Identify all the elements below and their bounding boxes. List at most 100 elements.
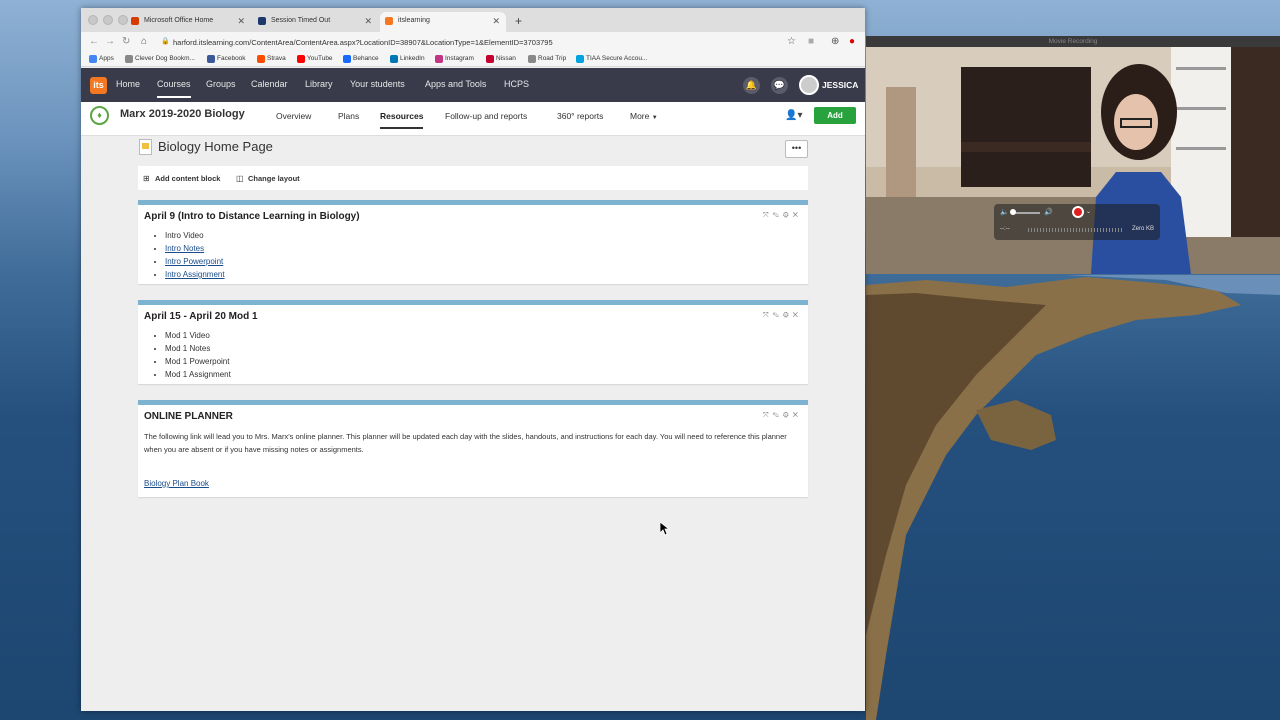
extension-icon[interactable]: ⊕ <box>831 36 839 47</box>
nav-library[interactable]: Library <box>305 79 333 89</box>
change-layout-button[interactable]: ◫ Change layout <box>236 174 300 183</box>
message-icon[interactable]: 💬 <box>771 77 788 94</box>
star-icon[interactable]: ☆ <box>787 36 796 47</box>
bookmark-apps[interactable]: Apps <box>89 55 114 63</box>
block-controls[interactable]: ⤧✎⚙✕ <box>763 212 802 220</box>
minimize-window-icon[interactable] <box>103 15 113 25</box>
page-icon <box>139 139 152 155</box>
content-block: April 9 (Intro to Distance Learning in B… <box>138 200 808 284</box>
list-item-text: Mod 1 Assignment <box>165 370 231 379</box>
profile-icon[interactable]: ● <box>849 36 855 47</box>
add-button[interactable]: Add <box>814 107 856 124</box>
strava-icon <box>257 55 265 63</box>
volume-slider[interactable] <box>1012 212 1040 214</box>
bookmark-strava[interactable]: Strava <box>257 55 286 63</box>
block-title: April 15 - April 20 Mod 1 <box>144 311 258 322</box>
bookmark-nissan[interactable]: Nissan <box>486 55 516 63</box>
block-controls[interactable]: ⤧✎⚙✕ <box>763 312 802 320</box>
record-button[interactable] <box>1072 206 1084 218</box>
forward-icon[interactable]: → <box>105 36 115 47</box>
youtube-icon <box>297 55 305 63</box>
block-title: ONLINE PLANNER <box>144 411 233 422</box>
nav-apps-and-tools[interactable]: Apps and Tools <box>425 79 486 89</box>
folder-icon <box>125 55 133 63</box>
page-options-button[interactable]: ••• <box>785 140 808 158</box>
coastal-cliffs-wallpaper <box>866 275 1280 720</box>
bookmark-youtube[interactable]: YouTube <box>297 55 333 63</box>
person-menu-icon[interactable]: 👤▾ <box>785 110 802 121</box>
course-nav-bar: ♦ Marx 2019-2020 Biology Overview Plans … <box>81 102 865 136</box>
course-title[interactable]: Marx 2019-2020 Biology <box>120 108 245 120</box>
nav-groups[interactable]: Groups <box>206 79 236 89</box>
bookmark-label: YouTube <box>307 55 333 62</box>
tab-itslearning[interactable]: itslearning ✕ <box>380 12 506 32</box>
close-tab-icon[interactable]: ✕ <box>237 16 245 27</box>
course-icon: ♦ <box>90 106 109 125</box>
movie-recording-window: Movie Recording 🔈 🔊 ⌄ --:-- Zero KB <box>866 36 1280 274</box>
nav-home[interactable]: Home <box>116 79 140 89</box>
tab-microsoft-office[interactable]: Microsoft Office Home ✕ <box>126 12 251 32</box>
course-tab-plans[interactable]: Plans <box>338 111 359 121</box>
url-field[interactable]: 🔒 harford.itslearning.com/ContentArea/Co… <box>159 35 799 49</box>
list-item: Intro Assignment <box>165 268 225 281</box>
course-tab-follow-up[interactable]: Follow-up and reports <box>445 111 527 121</box>
list-item-text: Mod 1 Notes <box>165 344 211 353</box>
extension-icon[interactable]: ■ <box>808 36 814 47</box>
intro-assignment-link[interactable]: Intro Assignment <box>165 270 225 279</box>
office-icon <box>131 17 139 25</box>
nav-calendar[interactable]: Calendar <box>251 79 288 89</box>
bookmark-facebook[interactable]: Facebook <box>207 55 246 63</box>
facebook-icon <box>207 55 215 63</box>
intro-powerpoint-link[interactable]: Intro Powerpoint <box>165 257 223 266</box>
bookmark-tiaa[interactable]: TIAA Secure Accou... <box>576 55 647 63</box>
bookmark-label: Strava <box>267 55 286 62</box>
bell-icon[interactable]: 🔔 <box>743 77 760 94</box>
volume-high-icon: 🔊 <box>1044 209 1053 216</box>
volume-low-icon: 🔈 <box>1000 209 1009 216</box>
course-tab-overview[interactable]: Overview <box>276 111 311 121</box>
chevron-down-icon[interactable]: ⌄ <box>1086 208 1091 215</box>
page-title: Biology Home Page <box>139 139 273 155</box>
block-controls[interactable]: ⤧✎⚙✕ <box>763 412 802 420</box>
tab-session-timed-out[interactable]: Session Timed Out ✕ <box>253 12 378 32</box>
bookmark-label: Road Trip <box>538 55 567 62</box>
bookmark-linkedin[interactable]: LinkedIn <box>390 55 425 63</box>
bookmark-road-trip[interactable]: Road Trip <box>528 55 567 63</box>
volume-slider-knob[interactable] <box>1010 209 1016 215</box>
layout-icon: ◫ <box>236 174 244 183</box>
list-item: Intro Powerpoint <box>165 255 225 268</box>
block-text: The following link will lead you to Mrs.… <box>144 432 787 454</box>
list-item: Mod 1 Notes <box>165 342 231 355</box>
nav-courses[interactable]: Courses <box>157 79 191 98</box>
intro-notes-link[interactable]: Intro Notes <box>165 244 204 253</box>
close-window-icon[interactable] <box>88 15 98 25</box>
course-tab-more[interactable]: More ▼ <box>630 111 658 121</box>
biology-plan-book-link[interactable]: Biology Plan Book <box>144 479 209 488</box>
bookmark-label: Clever Dog Bookm... <box>135 55 195 62</box>
bookmark-behance[interactable]: Behance <box>343 55 379 63</box>
new-tab-icon[interactable]: + <box>515 14 522 28</box>
page-title-text: Biology Home Page <box>158 139 273 154</box>
course-tab-360-reports[interactable]: 360° reports <box>557 111 603 121</box>
bookmarks-bar: Apps Clever Dog Bookm... Facebook Strava… <box>81 52 865 67</box>
bookmark-label: Apps <box>99 55 114 62</box>
content-block: ONLINE PLANNER ⤧✎⚙✕ The following link w… <box>138 400 808 497</box>
block-title: April 9 (Intro to Distance Learning in B… <box>144 211 360 222</box>
avatar[interactable] <box>799 75 819 95</box>
course-tab-resources[interactable]: Resources <box>380 111 424 129</box>
add-content-block-button[interactable]: ⊞ Add content block <box>143 174 220 183</box>
back-icon[interactable]: ← <box>89 36 99 47</box>
tab-title: itslearning <box>398 17 430 24</box>
list-item-text: Intro Video <box>165 231 204 240</box>
close-tab-icon[interactable]: ✕ <box>364 16 372 27</box>
nav-hcps[interactable]: HCPS <box>504 79 529 89</box>
plus-icon: ⊞ <box>143 174 150 183</box>
close-tab-icon[interactable]: ✕ <box>492 16 500 27</box>
home-icon[interactable]: ⌂ <box>141 36 147 47</box>
itslearning-logo[interactable]: its <box>90 77 107 94</box>
bookmark-instagram[interactable]: Instagram <box>435 55 474 63</box>
reload-icon[interactable]: ↻ <box>122 36 130 47</box>
bookmark-clever-dog[interactable]: Clever Dog Bookm... <box>125 55 195 63</box>
nav-your-students[interactable]: Your students <box>350 79 405 89</box>
user-name[interactable]: JESSICA <box>822 80 858 90</box>
